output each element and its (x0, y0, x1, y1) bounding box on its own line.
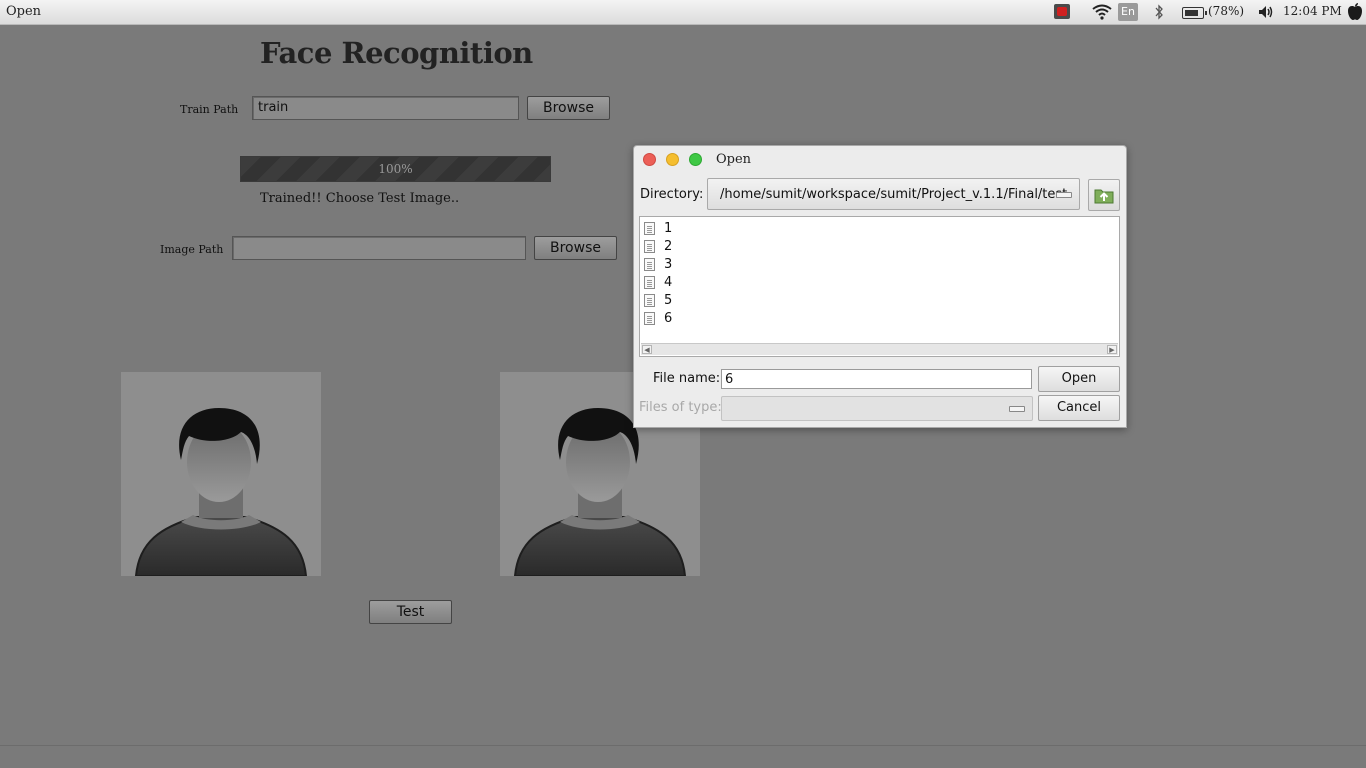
clock[interactable]: 12:04 PM (1283, 4, 1342, 18)
horizontal-scrollbar[interactable]: ◀ ▶ (641, 343, 1118, 355)
open-file-dialog: Open Directory: /home/sumit/workspace/su… (633, 145, 1127, 428)
files-of-type-select[interactable] (721, 396, 1033, 421)
chevron-down-icon (1056, 192, 1072, 198)
file-name-label: File name: (653, 371, 721, 386)
training-progress-bar: 100% (240, 156, 551, 182)
image-path-label: Image Path (160, 243, 224, 256)
test-image-preview (121, 372, 321, 576)
file-name-input[interactable]: 6 (721, 369, 1032, 389)
progress-percentage: 100% (378, 162, 413, 176)
scroll-right-icon[interactable]: ▶ (1107, 345, 1117, 354)
file-icon (644, 240, 655, 253)
directory-label: Directory: (640, 187, 704, 202)
train-path-input[interactable]: train (252, 96, 519, 120)
directory-select[interactable]: /home/sumit/workspace/sumit/Project_v.1.… (707, 178, 1080, 210)
cancel-button[interactable]: Cancel (1038, 395, 1120, 421)
train-path-label: Train Path (180, 103, 239, 116)
open-button[interactable]: Open (1038, 366, 1120, 392)
record-icon[interactable] (1054, 4, 1070, 19)
app-title: Face Recognition (260, 36, 533, 70)
close-window-icon[interactable] (643, 153, 656, 166)
bluetooth-icon[interactable] (1154, 4, 1164, 24)
apple-icon[interactable] (1347, 2, 1363, 25)
status-message: Trained!! Choose Test Image.. (260, 191, 460, 206)
file-icon (644, 294, 655, 307)
wifi-icon[interactable] (1092, 4, 1112, 24)
battery-icon[interactable] (1182, 7, 1207, 19)
file-icon (644, 222, 655, 235)
file-name: 6 (664, 311, 673, 326)
test-button[interactable]: Test (369, 600, 452, 624)
file-icon (644, 258, 655, 271)
file-name: 4 (664, 275, 673, 290)
minimize-window-icon[interactable] (666, 153, 679, 166)
chevron-down-icon (1009, 406, 1025, 412)
scroll-left-icon[interactable]: ◀ (642, 345, 652, 354)
directory-path: /home/sumit/workspace/sumit/Project_v.1.… (720, 187, 1068, 202)
up-folder-button[interactable] (1088, 179, 1120, 211)
keyboard-layout-indicator[interactable]: En (1118, 3, 1138, 21)
volume-icon[interactable] (1258, 4, 1274, 24)
dialog-titlebar[interactable]: Open (634, 146, 1126, 173)
image-browse-button[interactable]: Browse (534, 236, 617, 260)
active-app-title[interactable]: Open (6, 4, 41, 19)
battery-percentage: (78%) (1208, 4, 1245, 18)
folder-up-icon (1094, 189, 1114, 204)
file-name: 1 (664, 221, 673, 236)
maximize-window-icon[interactable] (689, 153, 702, 166)
image-path-input[interactable] (232, 236, 526, 260)
file-list[interactable]: 1 2 3 4 5 6 ◀ ▶ (639, 216, 1120, 357)
system-menubar: Open En (78%) 12:04 PM (0, 0, 1366, 25)
window-bottom-divider (0, 745, 1366, 746)
file-name: 3 (664, 257, 673, 272)
file-icon (644, 276, 655, 289)
avatar-placeholder (134, 408, 308, 576)
train-browse-button[interactable]: Browse (527, 96, 610, 120)
file-name: 5 (664, 293, 673, 308)
file-name: 2 (664, 239, 673, 254)
files-of-type-label: Files of type: (639, 400, 722, 415)
dialog-title: Open (716, 152, 752, 167)
file-icon (644, 312, 655, 325)
